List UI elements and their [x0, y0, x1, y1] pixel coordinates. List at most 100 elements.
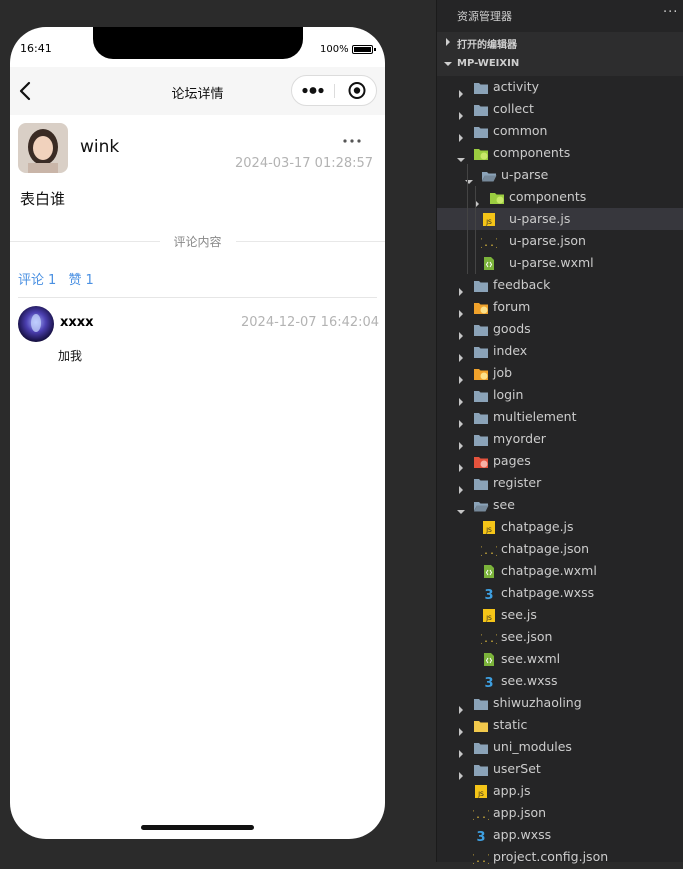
file-tree-label: shiwuzhaoling: [493, 695, 582, 710]
chevron-down-icon: [444, 62, 452, 66]
chevron-right-icon[interactable]: [457, 699, 465, 714]
file-tree-file[interactable]: {..} app.json: [437, 802, 683, 824]
file-tree-folder[interactable]: myorder: [437, 428, 683, 450]
file-tree-folder[interactable]: userSet: [437, 758, 683, 780]
comment-author-name[interactable]: xxxx: [60, 315, 94, 330]
chevron-down-icon[interactable]: [457, 149, 465, 162]
file-tree-label: u-parse.json: [509, 233, 586, 248]
file-tree-folder[interactable]: common: [437, 120, 683, 142]
chevron-right-icon[interactable]: [457, 105, 465, 120]
folder-orange-icon: [473, 300, 489, 314]
chevron-right-icon[interactable]: [457, 325, 465, 340]
chevron-right-icon[interactable]: [457, 435, 465, 450]
wxml-file-icon: [481, 652, 497, 666]
file-tree-folder[interactable]: components: [437, 142, 683, 164]
file-tree-file[interactable]: {..}project.config.json: [437, 846, 683, 868]
file-tree-file[interactable]: 3 app.wxss: [437, 824, 683, 846]
post-author-name[interactable]: wink: [80, 137, 119, 157]
chevron-right-icon[interactable]: [457, 281, 465, 296]
file-tree-file[interactable]: JS u-parse.js: [437, 208, 683, 230]
project-header[interactable]: MP-WEIXIN: [437, 54, 683, 76]
file-tree-label: job: [493, 365, 513, 380]
post-author-avatar[interactable]: [18, 123, 68, 173]
file-tree-folder[interactable]: static: [437, 714, 683, 736]
battery-icon: [352, 45, 376, 54]
post-more-button[interactable]: [340, 133, 370, 149]
chevron-right-icon[interactable]: [457, 127, 465, 142]
file-tree-label: u-parse.wxml: [509, 255, 594, 270]
chevron-right-icon[interactable]: [457, 83, 465, 98]
file-tree-file[interactable]: see.wxml: [437, 648, 683, 670]
status-time: 16:41: [20, 42, 52, 55]
chevron-right-icon[interactable]: [457, 479, 465, 494]
file-tree-label: see: [493, 497, 515, 512]
chevron-right-icon[interactable]: [457, 303, 465, 318]
file-tree-folder[interactable]: see: [437, 494, 683, 516]
chevron-right-icon[interactable]: [457, 369, 465, 384]
file-tree-folder[interactable]: multielement: [437, 406, 683, 428]
file-tree-folder[interactable]: forum: [437, 296, 683, 318]
file-tree-file[interactable]: JS see.js: [437, 604, 683, 626]
file-tree-label: u-parse: [501, 167, 549, 182]
file-tree-label: u-parse.js: [509, 211, 571, 226]
chevron-right-icon[interactable]: [457, 347, 465, 362]
file-tree-label: chatpage.json: [501, 541, 590, 556]
file-tree-folder[interactable]: login: [437, 384, 683, 406]
home-indicator[interactable]: [141, 825, 254, 830]
indent-guide: [475, 186, 476, 274]
file-tree-file[interactable]: JS chatpage.js: [437, 516, 683, 538]
comment-author-avatar[interactable]: [18, 306, 54, 342]
folder-icon: [473, 762, 489, 776]
chevron-right-icon[interactable]: [457, 721, 465, 736]
file-tree-label: activity: [493, 79, 540, 94]
file-tree-folder[interactable]: goods: [437, 318, 683, 340]
file-tree-folder[interactable]: pages: [437, 450, 683, 472]
file-tree-folder[interactable]: collect: [437, 98, 683, 120]
svg-text:{..}: {..}: [473, 810, 489, 821]
file-tree-label: pages: [493, 453, 531, 468]
file-tree-folder[interactable]: shiwuzhaoling: [437, 692, 683, 714]
file-tree-folder[interactable]: job: [437, 362, 683, 384]
file-tree-folder[interactable]: components: [437, 186, 683, 208]
folder-icon: [473, 124, 489, 138]
chevron-right-icon[interactable]: [457, 413, 465, 428]
file-tree-folder[interactable]: feedback: [437, 274, 683, 296]
file-tree-file[interactable]: 3 chatpage.wxss: [437, 582, 683, 604]
file-tree-file[interactable]: u-parse.wxml: [437, 252, 683, 274]
chevron-down-icon[interactable]: [457, 501, 465, 514]
chevron-right-icon[interactable]: [457, 743, 465, 758]
close-miniprogram-button[interactable]: [335, 76, 376, 105]
stats-divider: [18, 297, 377, 298]
file-tree-label: chatpage.wxml: [501, 563, 597, 578]
file-tree-file[interactable]: {..} chatpage.json: [437, 538, 683, 560]
explorer-more-button[interactable]: ···: [663, 5, 678, 20]
comment-count-label[interactable]: 评论: [18, 273, 44, 288]
file-tree-label: see.wxss: [501, 673, 558, 688]
battery-percent: 100%: [320, 44, 349, 55]
file-tree-file[interactable]: chatpage.wxml: [437, 560, 683, 582]
file-tree-file[interactable]: {..} u-parse.json: [437, 230, 683, 252]
file-tree-folder[interactable]: index: [437, 340, 683, 362]
file-tree-file[interactable]: {..} see.json: [437, 626, 683, 648]
file-tree-label: myorder: [493, 431, 546, 446]
chevron-right-icon[interactable]: [457, 765, 465, 780]
file-tree-file[interactable]: JS app.js: [437, 780, 683, 802]
file-tree-folder[interactable]: u-parse: [437, 164, 683, 186]
folder-icon: [473, 740, 489, 754]
file-tree-folder[interactable]: register: [437, 472, 683, 494]
js-file-icon: JS: [481, 212, 497, 226]
more-menu-button[interactable]: [292, 76, 334, 105]
file-tree-folder[interactable]: uni_modules: [437, 736, 683, 758]
file-tree-folder[interactable]: activity: [437, 76, 683, 98]
phone-simulator: 16:41 100% 论坛详情 wink 2024-03-17 01:28:57…: [10, 27, 385, 839]
chevron-right-icon[interactable]: [457, 457, 465, 472]
file-tree-label: components: [509, 189, 587, 204]
chevron-right-icon[interactable]: [457, 391, 465, 406]
file-tree-file[interactable]: 3 see.wxss: [437, 670, 683, 692]
like-count-label[interactable]: 赞: [68, 273, 81, 288]
open-editors-header[interactable]: 打开的编辑器: [437, 32, 683, 54]
chevron-right-icon: [446, 38, 450, 46]
explorer-title: 资源管理器: [457, 10, 512, 23]
ellipsis-icon: [343, 139, 361, 143]
svg-text:3: 3: [476, 830, 485, 843]
